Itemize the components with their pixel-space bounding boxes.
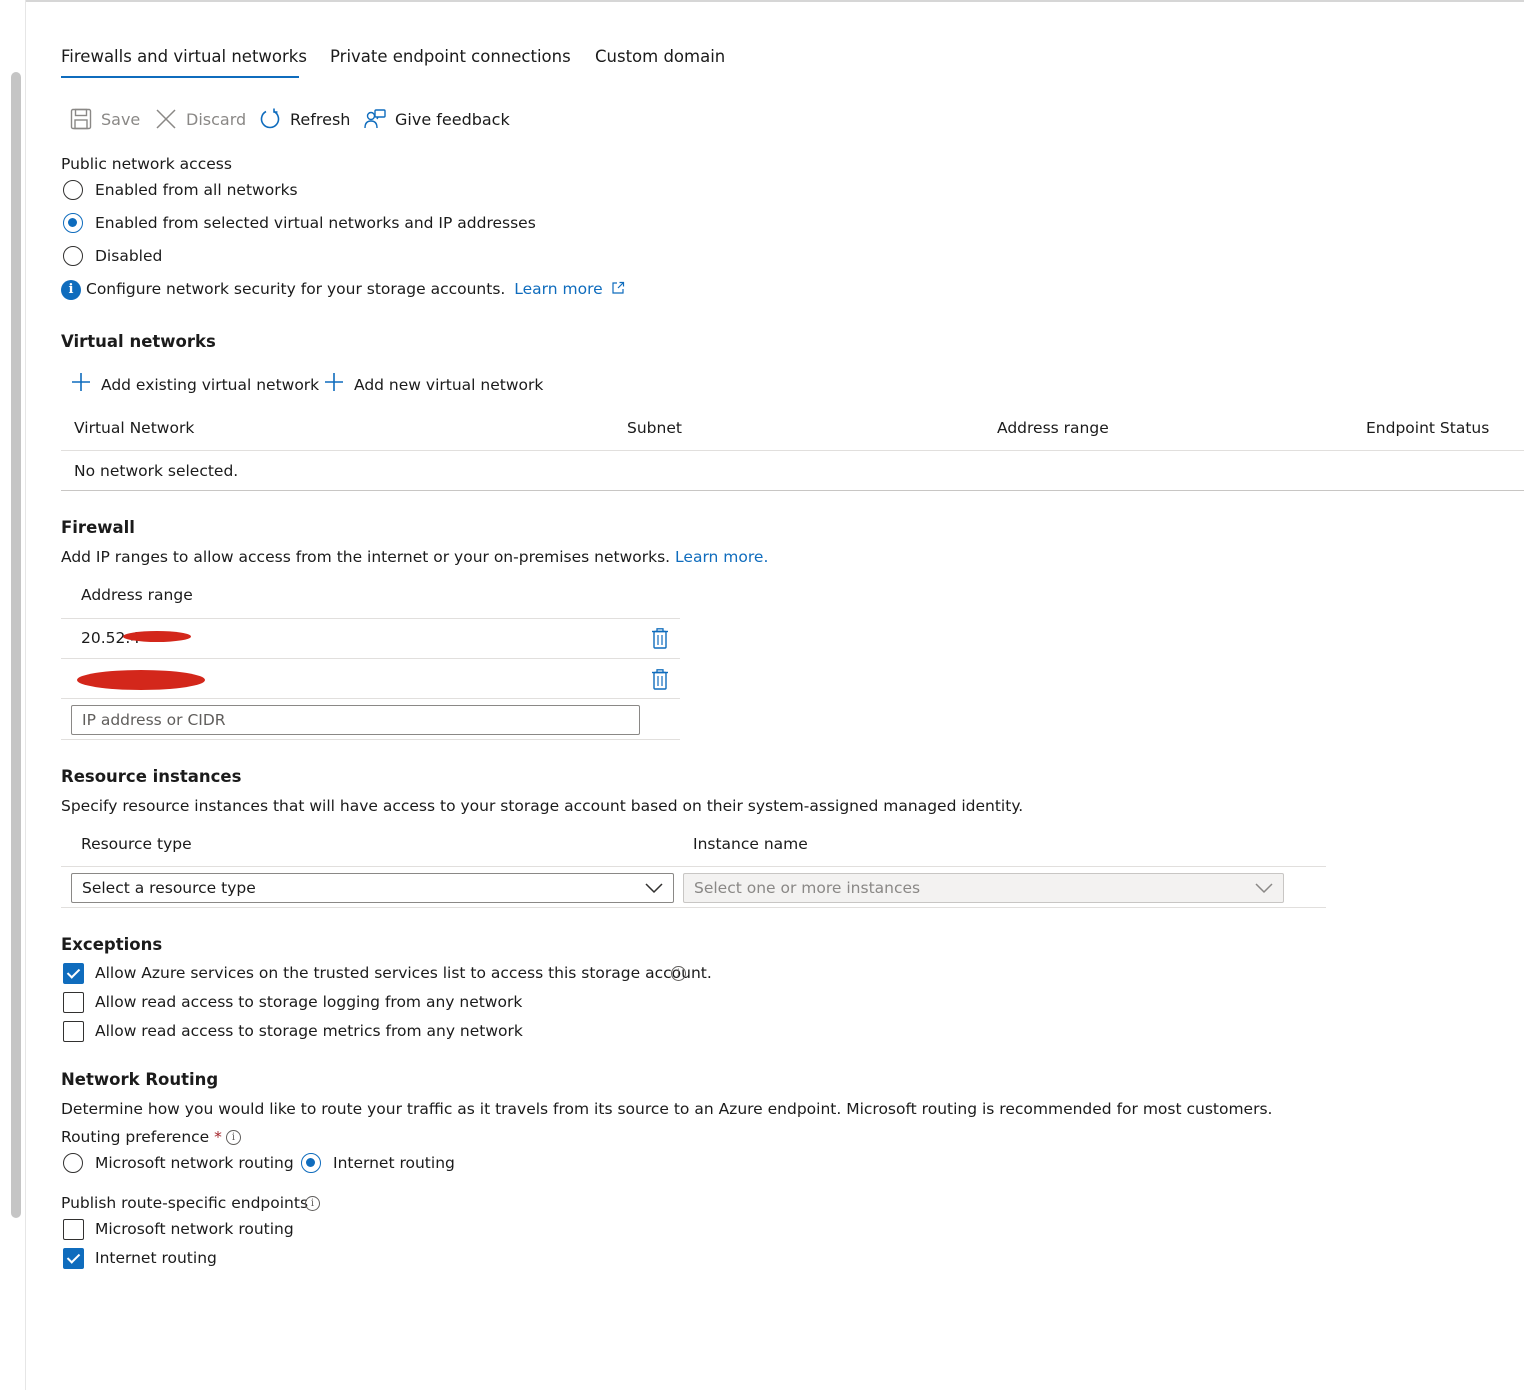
radio-internet-routing-label[interactable]: Internet routing <box>333 1153 455 1173</box>
routing-preference-label-text: Routing preference <box>61 1128 210 1146</box>
checkbox-allow-read-metrics-label[interactable]: Allow read access to storage metrics fro… <box>95 1021 523 1041</box>
save-label: Save <box>101 109 141 129</box>
resource-type-select-value: Select a resource type <box>82 879 256 897</box>
checkbox-publish-internet-routing[interactable] <box>63 1248 84 1269</box>
refresh-label: Refresh <box>290 109 351 129</box>
required-indicator: * <box>214 1128 222 1146</box>
table-row: 20.52.4 <box>61 619 680 658</box>
save-button[interactable]: Save <box>70 106 140 132</box>
exceptions-heading: Exceptions <box>61 935 163 954</box>
firewall-row-divider <box>61 698 680 699</box>
external-link-icon <box>611 280 625 300</box>
firewall-description-text: Add IP ranges to allow access from the i… <box>61 548 671 566</box>
column-header-endpoint-status: Endpoint Status <box>1366 419 1490 437</box>
info-icon: i <box>61 280 81 300</box>
delete-icon[interactable] <box>651 628 669 653</box>
checkbox-allow-read-metrics[interactable] <box>63 1021 84 1042</box>
network-routing-description: Determine how you would like to route yo… <box>61 1100 1273 1118</box>
checkbox-allow-trusted-services[interactable] <box>63 963 84 984</box>
checkbox-allow-read-logging[interactable] <box>63 992 84 1013</box>
checkbox-publish-microsoft-routing[interactable] <box>63 1219 84 1240</box>
public-network-access-label: Public network access <box>61 155 232 173</box>
close-icon <box>155 108 177 130</box>
save-icon <box>70 108 92 130</box>
redaction-mark <box>77 670 205 690</box>
checkbox-allow-read-logging-label[interactable]: Allow read access to storage logging fro… <box>95 992 522 1012</box>
vnet-header-divider <box>61 450 1524 451</box>
radio-microsoft-network-routing-label[interactable]: Microsoft network routing <box>95 1153 294 1173</box>
info-icon[interactable]: i <box>671 966 686 981</box>
virtual-networks-heading: Virtual networks <box>61 332 216 351</box>
discard-label: Discard <box>186 109 247 129</box>
network-security-info-text: Configure network security for your stor… <box>86 280 506 298</box>
delete-icon[interactable] <box>651 669 669 694</box>
add-existing-virtual-network-label: Add existing virtual network <box>101 375 320 394</box>
instance-name-select-value: Select one or more instances <box>694 879 921 897</box>
give-feedback-button[interactable]: Give feedback <box>364 106 510 132</box>
column-header-subnet: Subnet <box>627 419 682 437</box>
firewall-heading: Firewall <box>61 518 135 537</box>
column-header-instance-name: Instance name <box>693 835 808 853</box>
column-header-virtual-network: Virtual Network <box>74 419 195 437</box>
radio-disabled[interactable] <box>63 246 83 266</box>
add-new-virtual-network-label: Add new virtual network <box>354 375 544 394</box>
checkbox-publish-internet-routing-label[interactable]: Internet routing <box>95 1248 217 1268</box>
info-icon[interactable]: i <box>305 1196 320 1211</box>
checkbox-allow-trusted-services-label[interactable]: Allow Azure services on the trusted serv… <box>95 963 712 983</box>
network-routing-heading: Network Routing <box>61 1070 219 1089</box>
chevron-down-icon <box>645 881 663 899</box>
discard-button[interactable]: Discard <box>155 106 246 132</box>
tab-firewalls-and-virtual-networks[interactable]: Firewalls and virtual networks <box>61 46 307 68</box>
resource-bottom-divider <box>61 907 1326 908</box>
plus-icon <box>324 372 344 397</box>
radio-microsoft-network-routing[interactable] <box>63 1153 83 1173</box>
info-icon[interactable]: i <box>226 1130 241 1145</box>
vnet-bottom-divider <box>61 490 1524 491</box>
refresh-icon <box>259 108 281 130</box>
redaction-mark <box>123 631 191 642</box>
window-top-border <box>0 0 1524 2</box>
resource-instances-heading: Resource instances <box>61 767 242 786</box>
checkbox-publish-microsoft-routing-label[interactable]: Microsoft network routing <box>95 1219 294 1239</box>
firewall-bottom-divider <box>61 739 680 740</box>
table-row <box>61 659 680 698</box>
firewall-description: Add IP ranges to allow access from the i… <box>61 547 768 567</box>
resource-type-select[interactable]: Select a resource type <box>71 873 674 903</box>
column-header-address-range: Address range <box>997 419 1109 437</box>
feedback-icon <box>364 108 386 130</box>
resource-header-divider <box>61 866 1326 867</box>
chevron-down-icon <box>1255 881 1273 899</box>
column-header-resource-type: Resource type <box>81 835 192 853</box>
add-new-virtual-network-button[interactable]: Add new virtual network <box>324 372 543 397</box>
radio-enabled-selected-networks-label[interactable]: Enabled from selected virtual networks a… <box>95 213 536 233</box>
instance-name-select[interactable]: Select one or more instances <box>683 873 1284 903</box>
radio-enabled-all-networks-label[interactable]: Enabled from all networks <box>95 180 298 200</box>
active-tab-indicator <box>61 76 299 78</box>
firewall-column-address-range: Address range <box>81 586 193 604</box>
routing-preference-label: Routing preference * <box>61 1127 222 1147</box>
refresh-button[interactable]: Refresh <box>259 106 350 132</box>
radio-internet-routing[interactable] <box>301 1153 321 1173</box>
vnet-empty-text: No network selected. <box>74 462 239 480</box>
resource-instances-description: Specify resource instances that will hav… <box>61 797 1024 815</box>
ip-address-input[interactable] <box>71 705 640 735</box>
add-existing-virtual-network-button[interactable]: Add existing virtual network <box>71 372 319 397</box>
tab-custom-domain[interactable]: Custom domain <box>595 46 725 68</box>
radio-enabled-all-networks[interactable] <box>63 180 83 200</box>
network-security-info: Configure network security for your stor… <box>86 279 625 300</box>
firewall-learn-more-link[interactable]: Learn more. <box>675 548 768 566</box>
feedback-label: Give feedback <box>395 109 510 129</box>
tab-private-endpoint-connections[interactable]: Private endpoint connections <box>330 46 571 68</box>
radio-disabled-label[interactable]: Disabled <box>95 246 162 266</box>
radio-enabled-selected-networks[interactable] <box>63 213 83 233</box>
plus-icon <box>71 372 91 397</box>
learn-more-link[interactable]: Learn more <box>514 280 602 298</box>
scrollbar-thumb[interactable] <box>11 72 21 1218</box>
publish-route-endpoints-label: Publish route-specific endpoints <box>61 1194 309 1212</box>
